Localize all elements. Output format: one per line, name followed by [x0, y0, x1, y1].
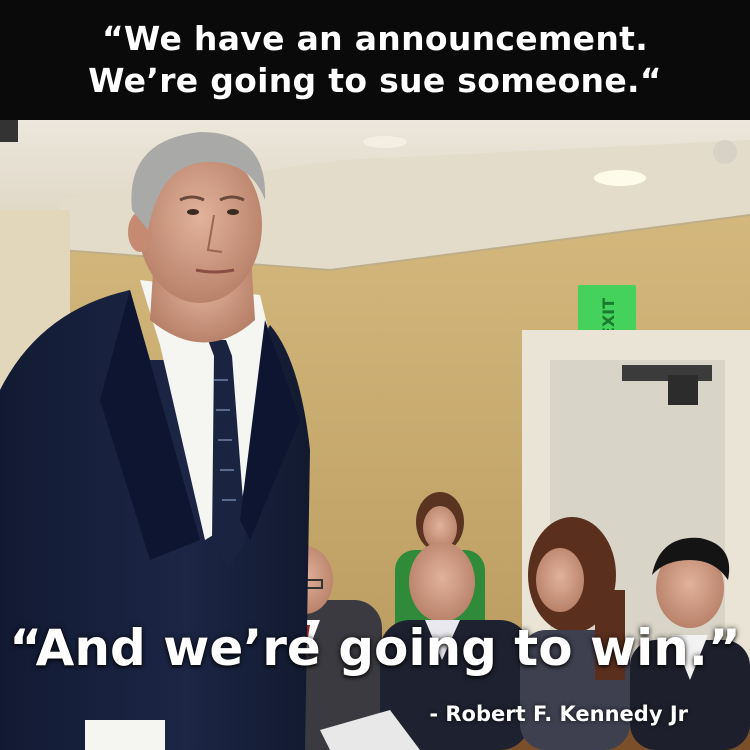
- bottom-quote: “And we’re going to win.”: [9, 619, 741, 677]
- ceiling-light: [363, 136, 407, 148]
- ceiling-light: [594, 170, 646, 186]
- smoke-detector: [713, 140, 737, 164]
- top-banner: “We have an announcement. We’re going to…: [0, 0, 750, 120]
- attribution: - Robert F. Kennedy Jr: [429, 702, 688, 726]
- top-quote: “We have an announcement. We’re going to…: [88, 18, 662, 102]
- meme-image: “We have an announcement. We’re going to…: [0, 0, 750, 750]
- door-closer: [622, 365, 712, 381]
- top-quote-line-2: We’re going to sue someone.“: [88, 61, 662, 100]
- top-quote-line-1: “We have an announcement.: [101, 19, 649, 58]
